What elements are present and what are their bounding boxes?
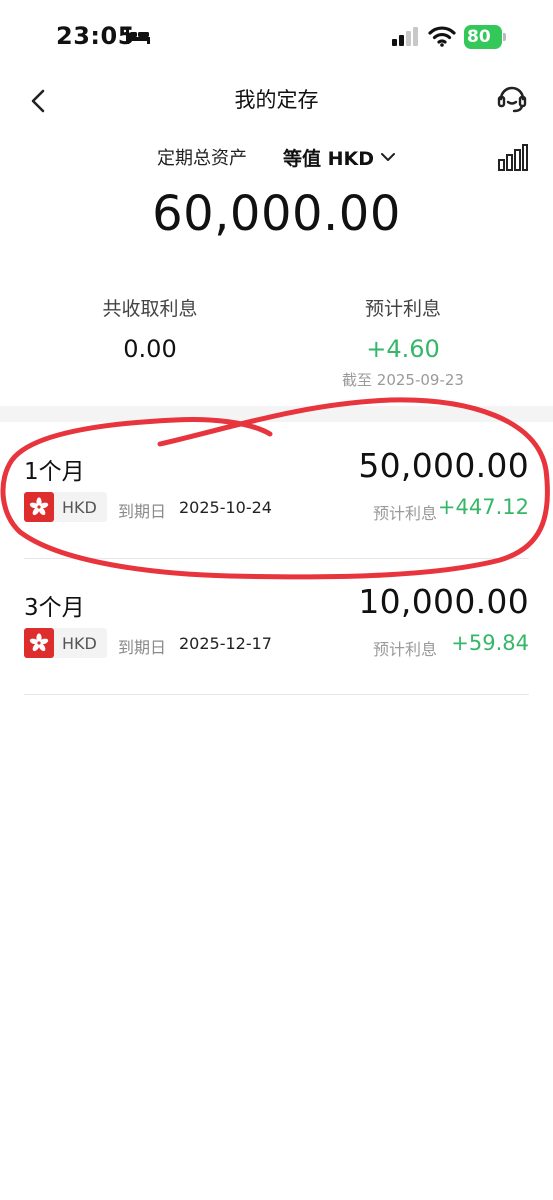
currency-selector[interactable]: 等值 HKD (283, 142, 396, 172)
expected-interest: 预计利息 +4.60 截至 2025-09-23 (273, 292, 533, 390)
deposit-item[interactable]: 1个月 50,000.00 HKD 到期日 2025-10-24 预计利息 +4… (24, 422, 529, 559)
deposit-amount: 10,000.00 (358, 582, 529, 621)
collected-interest-value: 0.00 (123, 335, 177, 363)
expected-interest-label: 预计利息 (372, 640, 437, 659)
currency-code: HKD (62, 633, 97, 653)
expected-interest-value: +4.60 (366, 335, 440, 363)
status-time: 23:05 (56, 22, 135, 50)
status-bar: 23:05 80 (0, 0, 553, 70)
customer-service-button[interactable] (494, 80, 530, 116)
as-of-date: 2025-09-23 (376, 371, 464, 389)
maturity-date: 2025-12-17 (179, 634, 272, 653)
deposit-amount: 50,000.00 (358, 446, 529, 485)
expected-interest-value: +447.12 (437, 495, 529, 519)
nav-bar: 我的定存 (0, 70, 553, 130)
maturity-label: 到期日 (118, 502, 167, 521)
collected-interest: 共收取利息 0.00 (20, 292, 280, 363)
currency-code: HKD (62, 497, 97, 517)
collected-interest-label: 共收取利息 (102, 298, 198, 320)
total-asset-label: 定期总资产 (157, 148, 247, 169)
hong-kong-flag-icon (24, 628, 54, 658)
cellular-signal-icon (390, 26, 420, 52)
deposit-term: 1个月 (24, 459, 85, 485)
asset-label-row: 定期总资产 等值 HKD (0, 142, 553, 174)
page-title: 我的定存 (234, 88, 319, 112)
currency-badge: HKD (24, 492, 107, 522)
battery-cap (503, 33, 506, 41)
hong-kong-flag-icon (24, 492, 54, 522)
deposit-term: 3个月 (24, 595, 85, 621)
currency-badge: HKD (24, 628, 107, 658)
expected-interest-label: 预计利息 (372, 504, 437, 523)
expected-interest-value: +59.84 (451, 631, 529, 655)
total-asset-amount: 60,000.00 (152, 186, 401, 242)
bar-chart-icon (498, 144, 528, 171)
wifi-icon (428, 24, 456, 52)
statistics-button[interactable] (497, 142, 529, 172)
battery-level: 80 (467, 27, 491, 47)
section-divider (0, 406, 553, 422)
bed-icon (125, 26, 151, 50)
as-of-date-row: 截至 2025-09-23 (273, 369, 533, 390)
as-of-prefix: 截至 (342, 371, 373, 389)
currency-selector-label: 等值 HKD (283, 147, 375, 170)
customer-service-headset-icon (497, 86, 527, 113)
battery-charging-icon: 80 (464, 25, 502, 49)
item-divider (24, 694, 529, 695)
deposit-item[interactable]: 3个月 10,000.00 HKD 到期日 2025-12-17 预计利息 +5… (24, 558, 529, 695)
chevron-down-icon (381, 153, 396, 161)
maturity-date: 2025-10-24 (179, 498, 272, 517)
maturity-label: 到期日 (118, 638, 167, 657)
expected-interest-label: 预计利息 (364, 298, 441, 320)
